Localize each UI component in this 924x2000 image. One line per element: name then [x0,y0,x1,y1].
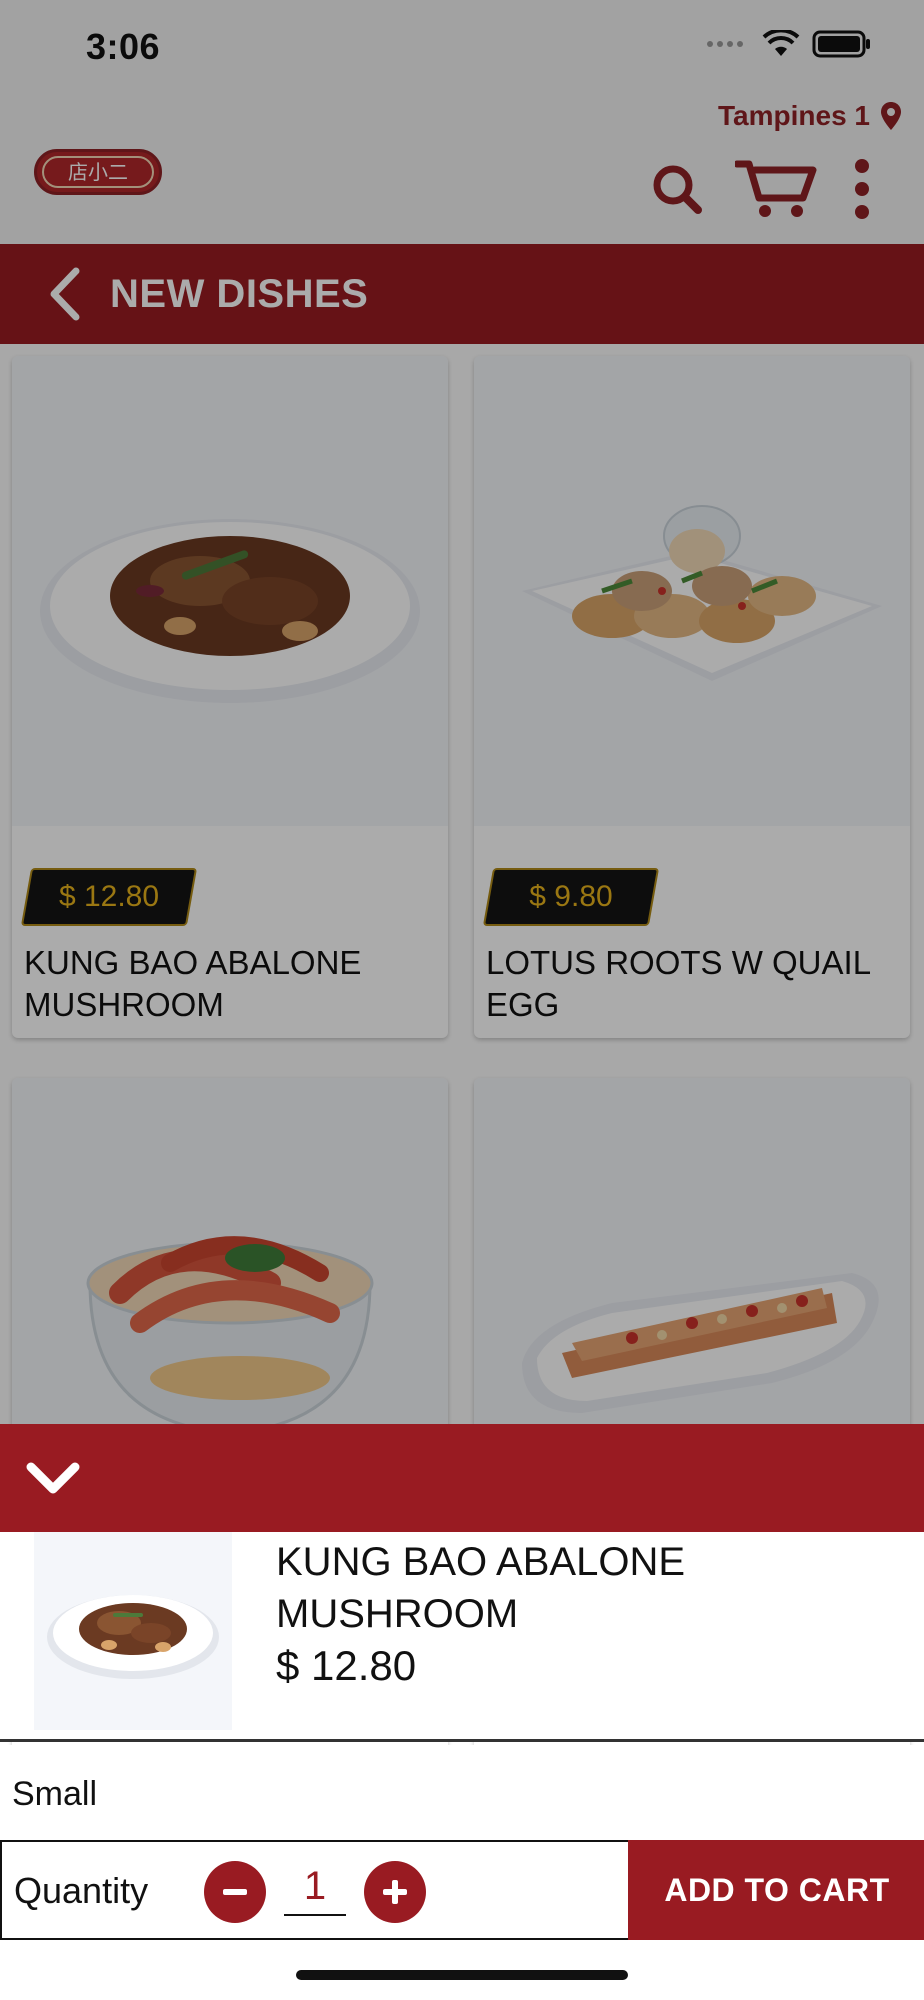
increase-quantity-button[interactable] [364,1861,426,1923]
add-to-cart-button[interactable]: ADD TO CART [628,1840,924,1940]
quantity-label: Quantity [14,1870,149,1911]
minus-icon [223,1889,247,1895]
home-indicator [296,1970,628,1980]
product-thumbnail [34,1532,232,1730]
quantity-input[interactable]: 1 [284,1858,346,1916]
product-name: KUNG BAO ABALONE MUSHROOM [276,1540,686,1636]
selected-product: KUNG BAO ABALONE MUSHROOM $ 12.80 [0,1532,924,1742]
size-label: Small [12,1775,98,1813]
modal-backdrop[interactable] [0,0,924,1424]
sheet-header [0,1424,924,1532]
plus-icon [383,1880,407,1904]
size-option[interactable]: Small [0,1745,924,1841]
decrease-quantity-button[interactable] [204,1861,266,1923]
collapse-sheet-button[interactable] [22,1450,84,1508]
product-price: $ 12.80 [276,1642,417,1689]
quantity-row: Quantity 1 ADD TO CART [0,1840,924,1940]
chevron-down-icon [26,1462,80,1494]
